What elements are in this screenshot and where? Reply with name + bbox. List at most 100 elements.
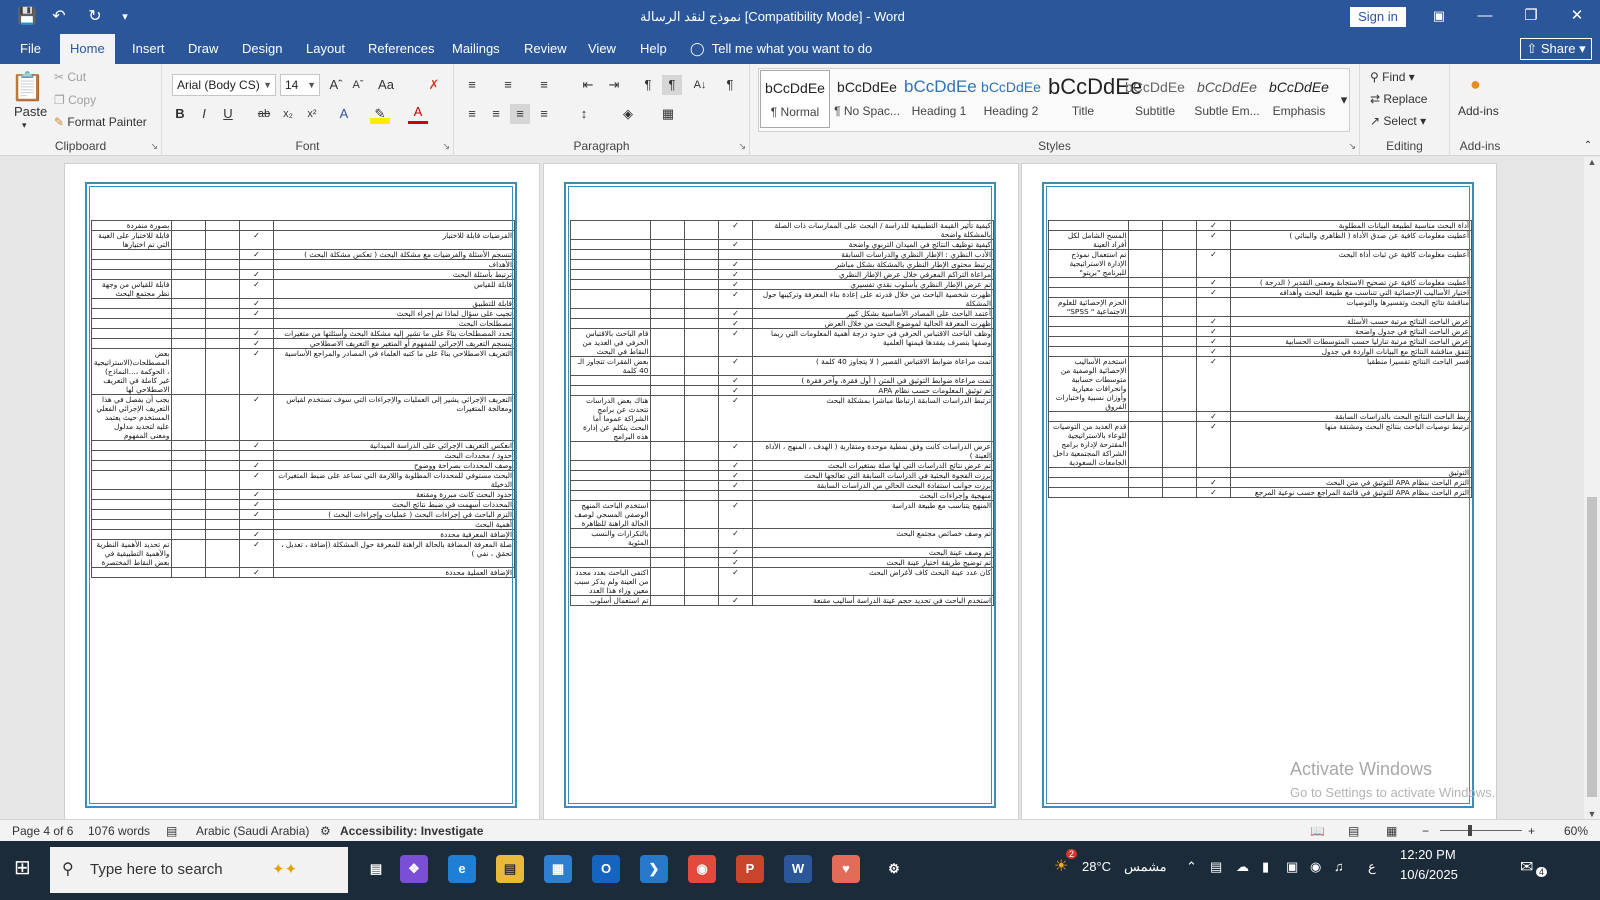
sort-icon[interactable]: A↓ [690, 75, 710, 95]
rating-cell[interactable] [1162, 277, 1198, 288]
note-cell[interactable] [90, 450, 173, 461]
grow-font-icon[interactable]: Aˆ [326, 75, 346, 95]
tab-help[interactable]: Help [630, 34, 677, 64]
superscript-icon[interactable]: x² [302, 104, 322, 124]
criterion-cell[interactable]: أعطيت معلومات كافية عن صدق الأداة ( الظا… [1229, 230, 1473, 250]
tab-review[interactable]: Review [514, 34, 577, 64]
wifi-icon[interactable]: ◉ [1310, 859, 1321, 875]
note-cell[interactable] [1047, 487, 1130, 498]
rating-cell[interactable] [1128, 287, 1164, 298]
check-cell[interactable] [1196, 467, 1231, 478]
criterion-cell[interactable]: الأدب النظري : الإطار النظري والدراسات ا… [751, 249, 995, 260]
check-cell[interactable]: ✓ [718, 557, 753, 568]
criterion-cell[interactable]: مراعاة التراكم المعرفي خلال عرض الإطار ا… [751, 269, 995, 280]
check-cell[interactable] [718, 249, 753, 260]
note-cell[interactable] [90, 440, 173, 451]
rating-cell[interactable] [1128, 467, 1164, 478]
rating-cell[interactable] [205, 394, 241, 441]
check-cell[interactable]: ✓ [239, 269, 274, 280]
criterion-cell[interactable]: تمت مراعاة ضوابط الاقتباس القصير ( لا يت… [751, 356, 995, 376]
rating-cell[interactable] [171, 489, 207, 500]
note-cell[interactable]: بعض الفقرات تتجاوز الـ 40 كلمة [569, 356, 652, 376]
note-cell[interactable] [90, 489, 173, 500]
rating-cell[interactable] [205, 259, 241, 270]
zoom-slider-thumb[interactable] [1468, 825, 1472, 836]
check-cell[interactable]: ✓ [1196, 477, 1231, 488]
criterion-cell[interactable]: وظف الباحث الاقتباس الحرفي في حدود درجة … [751, 328, 995, 357]
note-cell[interactable] [569, 547, 652, 558]
rating-cell[interactable] [684, 460, 720, 471]
sign-in-button[interactable]: Sign in [1350, 7, 1406, 27]
edge-icon[interactable]: e [448, 855, 476, 883]
rating-cell[interactable] [650, 595, 686, 606]
note-cell[interactable] [90, 567, 173, 578]
criterion-cell[interactable]: كيفية توظيف النتائج في الميدان التربوي و… [751, 239, 995, 250]
rating-cell[interactable] [684, 395, 720, 442]
clipboard-launcher-icon[interactable]: ↘ [150, 141, 158, 152]
check-cell[interactable]: ✓ [1196, 249, 1231, 278]
notifications-icon[interactable]: ✉ [1520, 857, 1533, 877]
rating-cell[interactable] [1162, 287, 1198, 298]
check-cell[interactable]: ✓ [718, 567, 753, 596]
paste-dropdown-icon[interactable]: ▾ [22, 120, 27, 131]
windows-start-icon[interactable]: ⊞ [14, 855, 31, 880]
note-cell[interactable] [569, 460, 652, 471]
rating-cell[interactable] [171, 298, 207, 309]
criterion-cell[interactable]: كان عدد عينة البحث كاف لأغراض البحث [751, 567, 995, 596]
format-painter-button[interactable]: ✎ Format Painter [54, 115, 147, 129]
rating-cell[interactable] [650, 308, 686, 319]
rating-cell[interactable] [171, 567, 207, 578]
criterion-cell[interactable]: البحث مستوفي للمحددات المطلوبة واللازمة … [272, 470, 516, 490]
styles-launcher-icon[interactable]: ↘ [1348, 141, 1356, 152]
rating-cell[interactable] [205, 529, 241, 540]
criterion-cell[interactable]: قابلة للقياس [272, 279, 516, 299]
rating-cell[interactable] [205, 460, 241, 471]
weather-temp[interactable]: 28°C [1082, 859, 1111, 874]
note-cell[interactable]: المسح الشامل لكل أفراد العينة [1047, 230, 1130, 250]
check-cell[interactable]: ✓ [1196, 277, 1231, 288]
note-cell[interactable] [1047, 326, 1130, 337]
select-button[interactable]: ↗ Select ▾ [1370, 114, 1426, 128]
styles-more-icon[interactable]: ▾ [1334, 90, 1354, 110]
criterion-cell[interactable]: التزم الباحث بنظام APA للتوثيق في قائمة … [1229, 487, 1473, 498]
note-cell[interactable] [1047, 467, 1130, 478]
italic-icon[interactable]: I [194, 104, 214, 124]
collapse-ribbon-icon[interactable]: ⌃ [1578, 136, 1598, 156]
rating-cell[interactable] [650, 289, 686, 309]
check-cell[interactable]: ✓ [239, 539, 274, 568]
check-cell[interactable]: ✓ [1196, 421, 1231, 468]
rating-cell[interactable] [684, 239, 720, 250]
check-cell[interactable]: ✓ [239, 394, 274, 441]
check-cell[interactable]: ✓ [718, 480, 753, 491]
check-cell[interactable] [239, 519, 274, 530]
criterion-cell[interactable]: تمت مراعاة ضوابط التوثيق في المتن ( أول … [751, 375, 995, 386]
note-cell[interactable] [1047, 220, 1130, 231]
note-cell[interactable] [90, 318, 173, 329]
rating-cell[interactable] [684, 490, 720, 501]
zoom-in-icon[interactable]: + [1528, 824, 1535, 838]
redo-icon[interactable]: ↻ [82, 6, 108, 28]
rating-cell[interactable] [684, 269, 720, 280]
criterion-cell[interactable]: ظهرت شخصية الباحث من خلال قدرته على إعاد… [751, 289, 995, 309]
criterion-cell[interactable]: فسر الباحث النتائج تفسيرا منطقيا [1229, 356, 1473, 412]
rating-cell[interactable] [205, 269, 241, 280]
rating-cell[interactable] [684, 547, 720, 558]
note-cell[interactable] [569, 220, 652, 240]
criterion-cell[interactable]: الإضافة المعرفية محددة [272, 529, 516, 540]
check-cell[interactable]: ✓ [718, 528, 753, 548]
note-cell[interactable]: استخدم الباحث المنهج الوصفي المسحي لوصف … [569, 500, 652, 529]
note-cell[interactable] [569, 441, 652, 461]
rating-cell[interactable] [1128, 277, 1164, 288]
note-cell[interactable] [569, 279, 652, 290]
criterion-cell[interactable]: منهجية وإجراءات البحث [751, 490, 995, 501]
tab-insert[interactable]: Insert [122, 34, 175, 64]
rating-cell[interactable] [684, 595, 720, 606]
rating-cell[interactable] [1162, 297, 1198, 317]
font-launcher-icon[interactable]: ↘ [442, 141, 450, 152]
rating-cell[interactable] [171, 269, 207, 280]
ltr-icon[interactable]: ¶ [638, 75, 658, 95]
note-cell[interactable]: قام الباحث بالاقتباس الحرفي في العديد من… [569, 328, 652, 357]
note-cell[interactable]: بصورة منفردة [90, 220, 173, 231]
criterion-cell[interactable]: ترتبط توصيات الباحث بنتائج البحث ومشتقة … [1229, 421, 1473, 468]
network-icon[interactable]: ▤ [1210, 859, 1222, 875]
